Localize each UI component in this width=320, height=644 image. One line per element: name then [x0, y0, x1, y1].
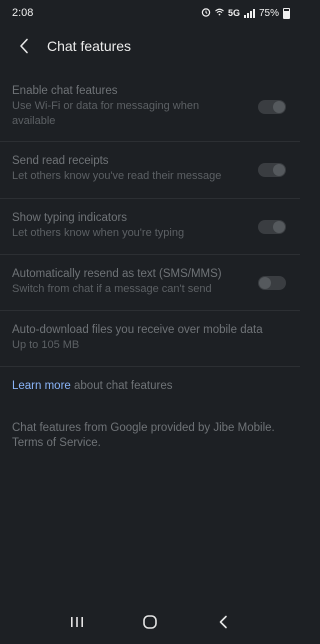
back-nav-button[interactable]: [208, 607, 238, 637]
recent-apps-icon: [70, 617, 83, 627]
battery-percent: 75%: [258, 7, 279, 19]
status-time: 2:08: [12, 7, 34, 19]
setting-subtitle: Let others know you've read their messag…: [12, 170, 222, 182]
setting-title: Show typing indicators: [12, 212, 128, 224]
navigation-bar: [0, 600, 300, 644]
home-button[interactable]: [135, 607, 165, 637]
setting-subtitle: Up to 105 MB: [12, 339, 80, 351]
battery-icon: [283, 7, 290, 19]
setting-typing-indicators[interactable]: Show typing indicators Let others know w…: [0, 199, 300, 255]
page-title: Chat features: [47, 38, 132, 54]
resend-as-text-toggle[interactable]: [258, 275, 286, 290]
setting-title: Automatically resend as text (SMS/MMS): [12, 268, 222, 280]
network-type: 5G: [227, 8, 240, 18]
back-button[interactable]: [12, 34, 36, 58]
setting-subtitle: Switch from chat if a message can't send: [12, 283, 212, 295]
wifi-icon: [215, 7, 224, 19]
recent-apps-button[interactable]: [62, 607, 92, 637]
setting-auto-download[interactable]: Auto-download files you receive over mob…: [0, 311, 300, 367]
setting-resend-as-text[interactable]: Automatically resend as text (SMS/MMS) S…: [0, 255, 300, 311]
typing-indicators-toggle[interactable]: [258, 219, 286, 234]
setting-read-receipts[interactable]: Send read receipts Let others know you'v…: [0, 142, 300, 199]
enable-chat-toggle[interactable]: [258, 99, 286, 114]
setting-title: Send read receipts: [12, 155, 109, 167]
back-arrow-icon: [20, 38, 28, 54]
status-bar: 2:08 5G 75%: [0, 0, 300, 26]
setting-enable-chat[interactable]: Enable chat features Use Wi-Fi or data f…: [0, 72, 300, 142]
learn-more-rest: about chat features: [70, 380, 173, 392]
read-receipts-toggle[interactable]: [258, 163, 286, 177]
setting-title: Auto-download files you receive over mob…: [12, 324, 263, 336]
home-icon: [143, 615, 157, 629]
app-bar: Chat features: [0, 28, 300, 64]
alarm-icon: [201, 7, 211, 20]
signal-icon: [243, 8, 255, 18]
learn-more-text: Learn more about chat features: [12, 380, 172, 392]
setting-subtitle: Use Wi-Fi or data for messaging when ava…: [12, 100, 200, 127]
setting-title: Enable chat features: [12, 85, 118, 97]
status-icons: 5G 75%: [201, 7, 290, 20]
settings-list: Enable chat features Use Wi-Fi or data f…: [0, 72, 300, 367]
setting-subtitle: Let others know when you're typing: [12, 227, 185, 239]
footer-text: Chat features from Google provided by Ji…: [12, 422, 275, 449]
back-nav-icon: [220, 615, 228, 629]
learn-more-link[interactable]: Learn more: [12, 380, 71, 392]
